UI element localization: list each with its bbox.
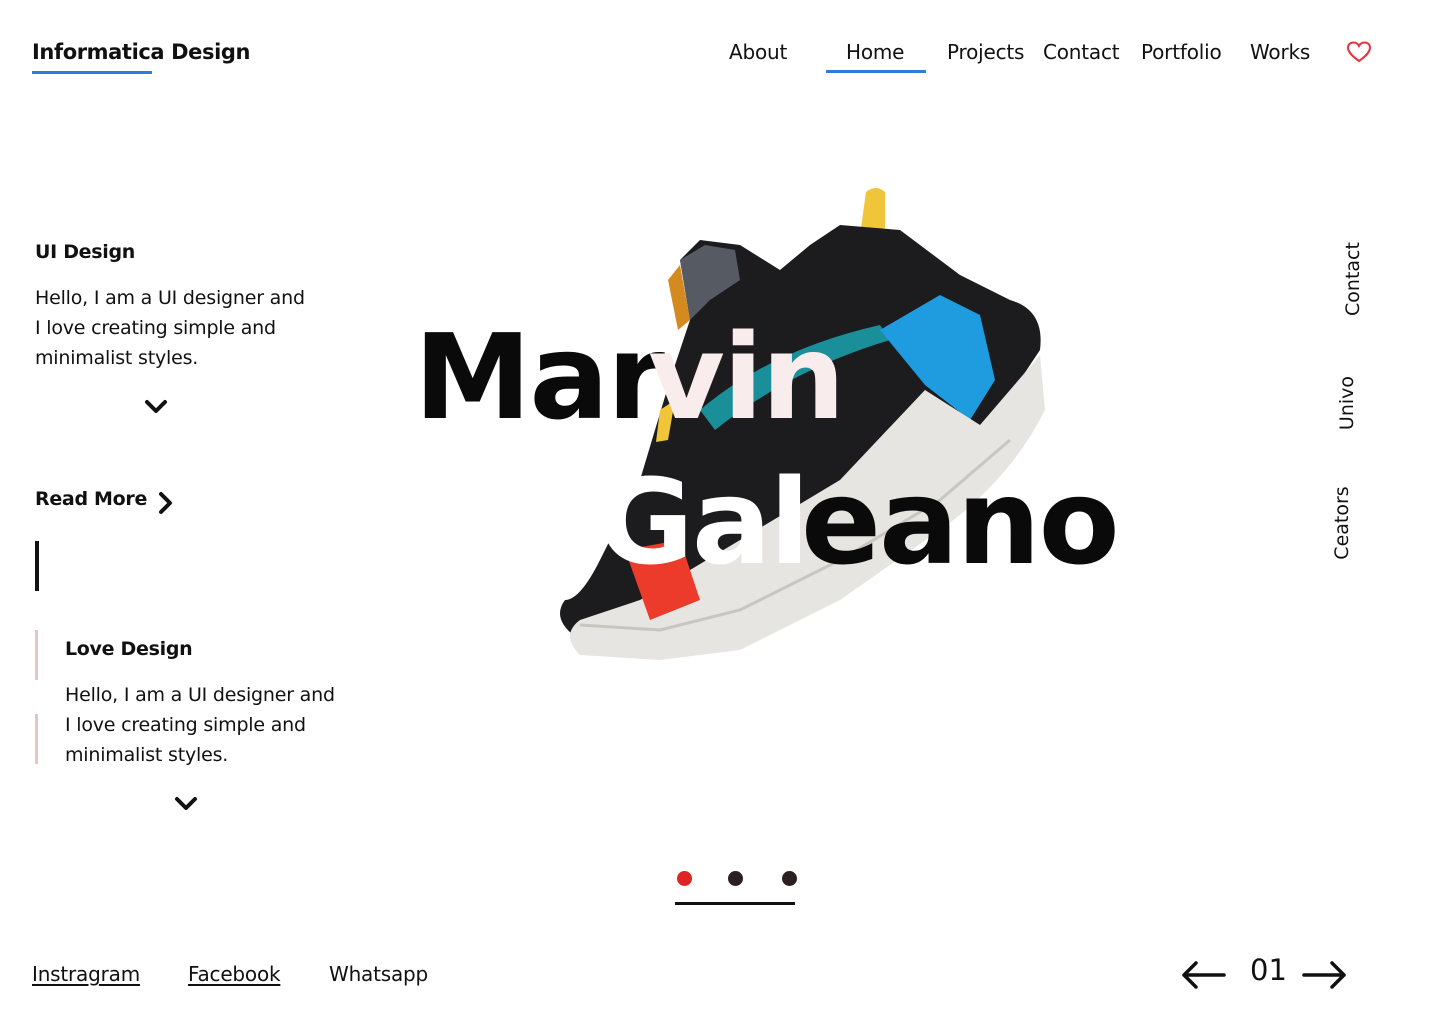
hero-name-first-dark: Mar — [414, 308, 665, 446]
instagram-link[interactable]: Instragram — [32, 962, 140, 986]
slider-dot-active[interactable] — [677, 871, 692, 886]
slider-indicator-line — [675, 902, 795, 905]
side-link-univo[interactable]: Univo — [1336, 363, 1358, 443]
chevron-down-icon[interactable] — [173, 795, 199, 813]
nav-portfolio[interactable]: Portfolio — [1141, 40, 1222, 64]
text-line: minimalist styles. — [65, 744, 229, 766]
slider-dot[interactable] — [782, 871, 797, 886]
heart-icon[interactable] — [1346, 40, 1372, 64]
side-link-ceators[interactable]: Ceators — [1331, 483, 1353, 563]
logo-underline — [32, 71, 152, 74]
section-love-design-text: Hello, I am a UI designer and I love cre… — [65, 680, 335, 770]
active-nav-indicator — [826, 70, 926, 73]
text-line: I love creating simple and — [65, 714, 306, 736]
section-ui-design-text: Hello, I am a UI designer and I love cre… — [35, 283, 305, 373]
read-more-link[interactable]: Read More — [35, 488, 147, 510]
chevron-down-icon[interactable] — [143, 398, 169, 416]
hero-name-last-white: Gal — [597, 453, 810, 591]
nav-works[interactable]: Works — [1250, 40, 1310, 64]
nav-contact[interactable]: Contact — [1043, 40, 1120, 64]
chevron-right-icon[interactable] — [156, 490, 176, 516]
side-link-contact[interactable]: Contact — [1342, 239, 1364, 319]
divider-bar — [35, 541, 39, 591]
nav-home[interactable]: Home — [846, 40, 904, 64]
nav-about[interactable]: About — [729, 40, 787, 64]
section-love-design-title: Love Design — [65, 638, 193, 660]
accent-bar — [35, 630, 38, 680]
accent-bar — [35, 714, 38, 764]
text-line: Hello, I am a UI designer and — [65, 684, 335, 706]
facebook-link[interactable]: Facebook — [188, 962, 281, 986]
hero-name-last-dark: eano — [801, 453, 1120, 591]
logo[interactable]: Informatica Design — [32, 40, 250, 64]
arrow-left-icon[interactable] — [1180, 958, 1226, 992]
text-line: I love creating simple and — [35, 317, 276, 339]
whatsapp-link[interactable]: Whatsapp — [329, 962, 428, 986]
text-line: minimalist styles. — [35, 347, 199, 369]
text-line: Hello, I am a UI designer and — [35, 287, 305, 309]
page-number: 01 — [1250, 953, 1287, 987]
hero-name-first-light: vin — [648, 308, 845, 446]
slider-dot[interactable] — [728, 871, 743, 886]
arrow-right-icon[interactable] — [1302, 958, 1348, 992]
nav-projects[interactable]: Projects — [947, 40, 1024, 64]
section-ui-design-title: UI Design — [35, 241, 136, 263]
